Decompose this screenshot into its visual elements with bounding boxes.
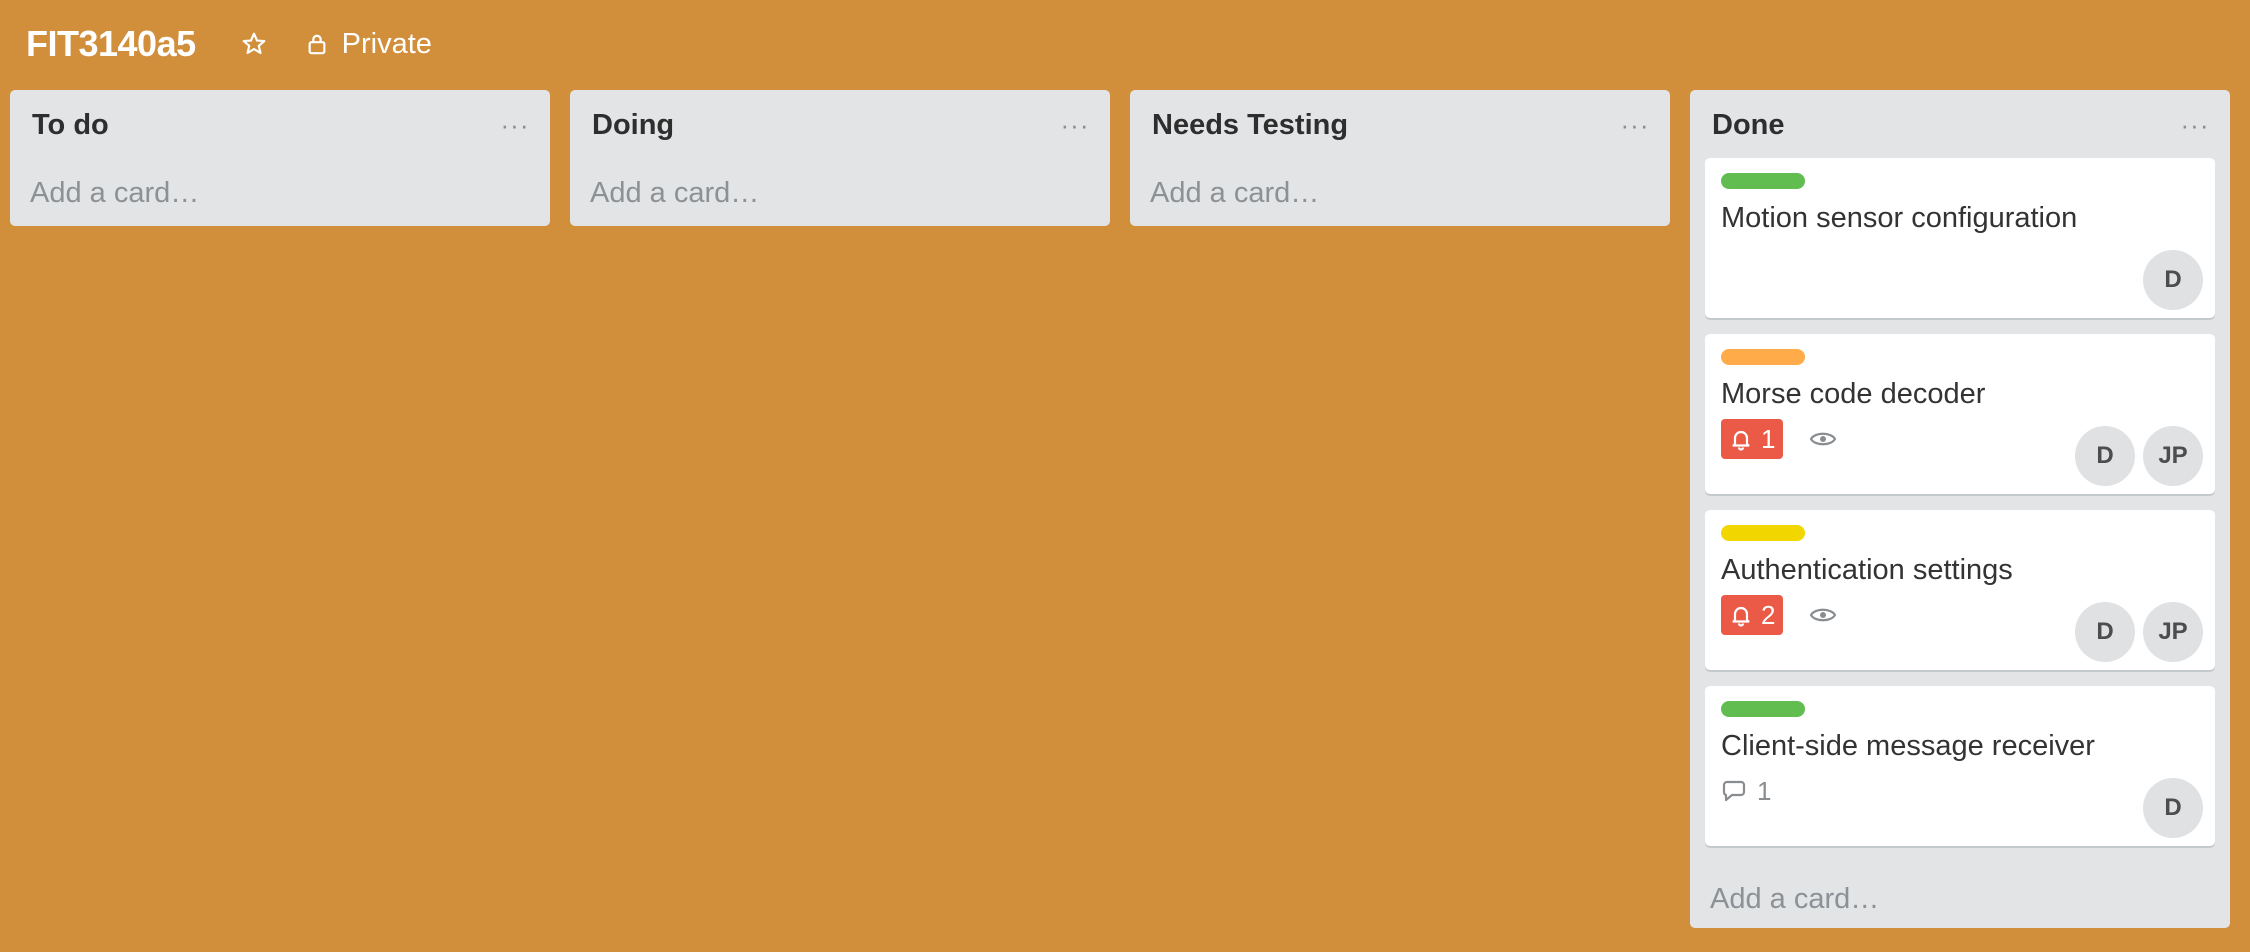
ellipsis-icon: ··· — [2180, 109, 2210, 140]
avatar[interactable]: D — [2143, 250, 2203, 310]
list-menu-button[interactable]: ··· — [500, 110, 530, 140]
card-title: Motion sensor configuration — [1721, 202, 2078, 234]
list-header: Done ··· — [1690, 90, 2230, 160]
eye-icon — [1809, 608, 1837, 622]
card-client-side-receiver[interactable]: Client-side message receiver 1 D — [1705, 686, 2215, 846]
notification-count: 1 — [1761, 423, 1776, 454]
list-to-do: To do ··· Add a card… — [10, 90, 550, 226]
list-menu-button[interactable]: ··· — [2180, 110, 2210, 140]
bell-icon — [1732, 430, 1750, 451]
card-title: Client-side message receiver — [1721, 730, 2095, 762]
add-card-button[interactable]: Add a card… — [570, 160, 1110, 226]
board-header: FIT3140a5 Private — [0, 0, 2250, 88]
avatar[interactable]: D — [2075, 426, 2135, 486]
card-label — [1721, 701, 1805, 717]
card-title: Authentication settings — [1721, 554, 2013, 586]
list-doing: Doing ··· Add a card… — [570, 90, 1110, 226]
list-header: To do ··· — [10, 90, 550, 160]
lock-icon — [308, 34, 326, 55]
avatar[interactable]: D — [2143, 778, 2203, 838]
ellipsis-icon: ··· — [500, 109, 530, 140]
card-morse-code[interactable]: Morse code decoder 1 D JP — [1705, 334, 2215, 494]
avatar[interactable]: JP — [2143, 426, 2203, 486]
card-authentication[interactable]: Authentication settings 2 D JP — [1705, 510, 2215, 670]
list-title[interactable]: To do — [32, 109, 109, 142]
comment-count: 1 — [1757, 776, 1772, 806]
star-button[interactable] — [238, 28, 270, 60]
visibility-label: Private — [341, 27, 432, 60]
list-title[interactable]: Needs Testing — [1152, 109, 1348, 142]
list-menu-button[interactable]: ··· — [1060, 110, 1090, 140]
add-card-button[interactable]: Add a card… — [10, 160, 550, 226]
card-title: Morse code decoder — [1721, 378, 1986, 410]
avatar[interactable]: D — [2075, 602, 2135, 662]
add-card-button[interactable]: Add a card… — [1690, 864, 2230, 934]
list-needs-testing: Needs Testing ··· Add a card… — [1130, 90, 1670, 226]
card-label — [1721, 173, 1805, 189]
list-done: Done ··· Motion sensor configuration D M… — [1690, 90, 2230, 928]
add-card-button[interactable]: Add a card… — [1130, 160, 1670, 226]
board-title[interactable]: FIT3140a5 — [26, 23, 196, 65]
notification-badge: 1 — [1721, 419, 1784, 459]
card-label — [1721, 525, 1805, 541]
avatar[interactable]: JP — [2143, 602, 2203, 662]
ellipsis-icon: ··· — [1060, 109, 1090, 140]
list-title[interactable]: Doing — [592, 109, 674, 142]
list-header: Doing ··· — [570, 90, 1110, 160]
ellipsis-icon: ··· — [1620, 109, 1650, 140]
list-title[interactable]: Done — [1712, 109, 1785, 142]
star-icon — [242, 32, 265, 55]
visibility-button[interactable]: Private — [306, 28, 432, 61]
notification-count: 2 — [1761, 599, 1776, 630]
notification-badge: 2 — [1721, 595, 1784, 635]
card-label — [1721, 349, 1805, 365]
list-header: Needs Testing ··· — [1130, 90, 1670, 160]
bell-icon — [1732, 606, 1750, 627]
comment-icon — [1722, 780, 1746, 801]
list-menu-button[interactable]: ··· — [1620, 110, 1650, 140]
eye-icon — [1809, 432, 1837, 446]
card-motion-sensor[interactable]: Motion sensor configuration D — [1705, 158, 2215, 318]
comment-badge: 1 — [1721, 776, 1771, 807]
